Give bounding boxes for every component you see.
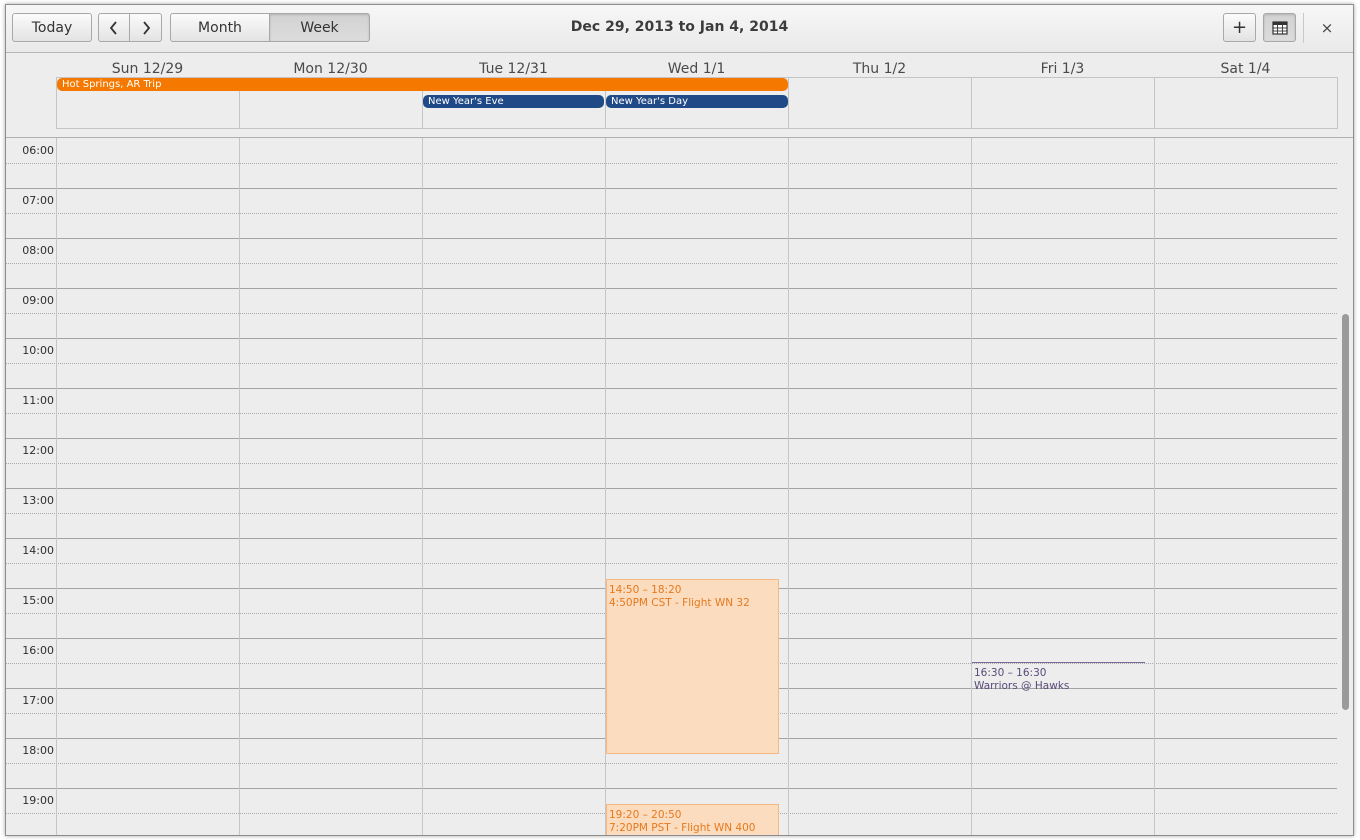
day-header-wed: Wed 1/1 <box>667 61 726 77</box>
half-hour-gridline <box>6 163 1337 164</box>
day-header-sun: Sun 12/29 <box>111 61 184 77</box>
event-time: 16:30 – 16:30 <box>974 667 1047 679</box>
calendar-window: Today Month Week Dec 29, 2013 to Jan 4, … <box>5 4 1354 836</box>
week-time-grid[interactable]: 14:50 – 18:20 4:50PM CST - Flight WN 32 … <box>6 138 1337 835</box>
day-header-fri: Fri 1/3 <box>1040 61 1085 77</box>
hour-gridline <box>6 338 1337 339</box>
calendar-grid-icon <box>1271 20 1288 35</box>
chevron-right-icon <box>141 20 151 35</box>
hour-gridline <box>6 238 1337 239</box>
hour-label: 10:00 <box>22 344 54 357</box>
previous-week-button[interactable] <box>98 13 130 42</box>
hour-label: 12:00 <box>22 444 54 457</box>
close-icon: × <box>1320 18 1334 37</box>
half-hour-gridline <box>6 413 1337 414</box>
calendar-management-button[interactable] <box>1263 13 1296 42</box>
half-hour-gridline <box>6 213 1337 214</box>
close-window-button[interactable]: × <box>1312 13 1342 42</box>
all-day-event[interactable]: New Year's Eve <box>423 95 604 108</box>
event-block[interactable]: 14:50 – 18:20 4:50PM CST - Flight WN 32 <box>606 579 779 754</box>
hour-gridline <box>6 438 1337 439</box>
hour-label: 18:00 <box>22 744 54 757</box>
event-time: 14:50 – 18:20 <box>609 584 682 596</box>
hour-gridline <box>6 188 1337 189</box>
chevron-left-icon <box>109 20 119 35</box>
hour-label: 16:00 <box>22 644 54 657</box>
all-day-cell-sat[interactable] <box>1154 77 1337 128</box>
hour-label: 11:00 <box>22 394 54 407</box>
day-column-divider <box>56 138 57 835</box>
half-hour-gridline <box>6 313 1337 314</box>
hour-gridline <box>6 788 1337 789</box>
vertical-scrollbar[interactable] <box>1339 138 1353 835</box>
half-hour-gridline <box>6 563 1337 564</box>
day-column-divider <box>788 138 789 835</box>
event-title: 7:20PM PST - Flight WN 400 <box>609 822 756 834</box>
hour-label: 06:00 <box>22 144 54 157</box>
event-title: 4:50PM CST - Flight WN 32 <box>609 597 750 609</box>
day-header-mon: Mon 12/30 <box>293 61 368 77</box>
hour-label: 09:00 <box>22 294 54 307</box>
day-header-sat: Sat 1/4 <box>1220 61 1271 77</box>
hour-gridline <box>6 388 1337 389</box>
all-day-event[interactable]: Hot Springs, AR Trip <box>57 78 788 91</box>
all-day-event[interactable]: New Year's Day <box>606 95 788 108</box>
hour-gridline <box>6 288 1337 289</box>
event-title: Warriors @ Hawks <box>974 680 1070 692</box>
day-column-divider <box>1154 138 1155 835</box>
half-hour-gridline <box>6 463 1337 464</box>
page-title: Dec 29, 2013 to Jan 4, 2014 <box>570 19 789 35</box>
header-bar: Today Month Week Dec 29, 2013 to Jan 4, … <box>6 5 1353 53</box>
half-hour-gridline <box>6 263 1337 264</box>
hour-label: 17:00 <box>22 694 54 707</box>
half-hour-gridline <box>6 363 1337 364</box>
all-day-cell-fri[interactable] <box>971 77 1154 128</box>
hour-label: 08:00 <box>22 244 54 257</box>
hour-label: 07:00 <box>22 194 54 207</box>
day-column-divider <box>971 138 972 835</box>
add-event-button[interactable]: + <box>1223 13 1256 42</box>
hour-gridline <box>6 538 1337 539</box>
month-view-button[interactable]: Month <box>170 13 270 42</box>
event-block[interactable]: 19:20 – 20:50 7:20PM PST - Flight WN 400 <box>606 804 779 835</box>
day-column-divider <box>422 138 423 835</box>
week-view-button[interactable]: Week <box>269 13 370 42</box>
hour-label: 15:00 <box>22 594 54 607</box>
hour-label: 13:00 <box>22 494 54 507</box>
event-block[interactable]: 16:30 – 16:30 Warriors @ Hawks <box>972 662 1145 696</box>
hour-label: 19:00 <box>22 794 54 807</box>
header-separator <box>1303 13 1304 43</box>
event-time: 19:20 – 20:50 <box>609 809 682 821</box>
all-day-section: Sun 12/29 Mon 12/30 Tue 12/31 Wed 1/1 Th… <box>6 53 1353 138</box>
half-hour-gridline <box>6 763 1337 764</box>
hour-gridline <box>6 488 1337 489</box>
hour-label: 14:00 <box>22 544 54 557</box>
all-day-cell-thu[interactable] <box>788 77 971 128</box>
half-hour-gridline <box>6 513 1337 514</box>
day-header-tue: Tue 12/31 <box>479 61 548 77</box>
scrollbar-thumb[interactable] <box>1342 314 1349 710</box>
day-column-divider <box>239 138 240 835</box>
next-week-button[interactable] <box>129 13 162 42</box>
today-button[interactable]: Today <box>12 13 92 42</box>
day-header-thu: Thu 1/2 <box>852 61 907 77</box>
